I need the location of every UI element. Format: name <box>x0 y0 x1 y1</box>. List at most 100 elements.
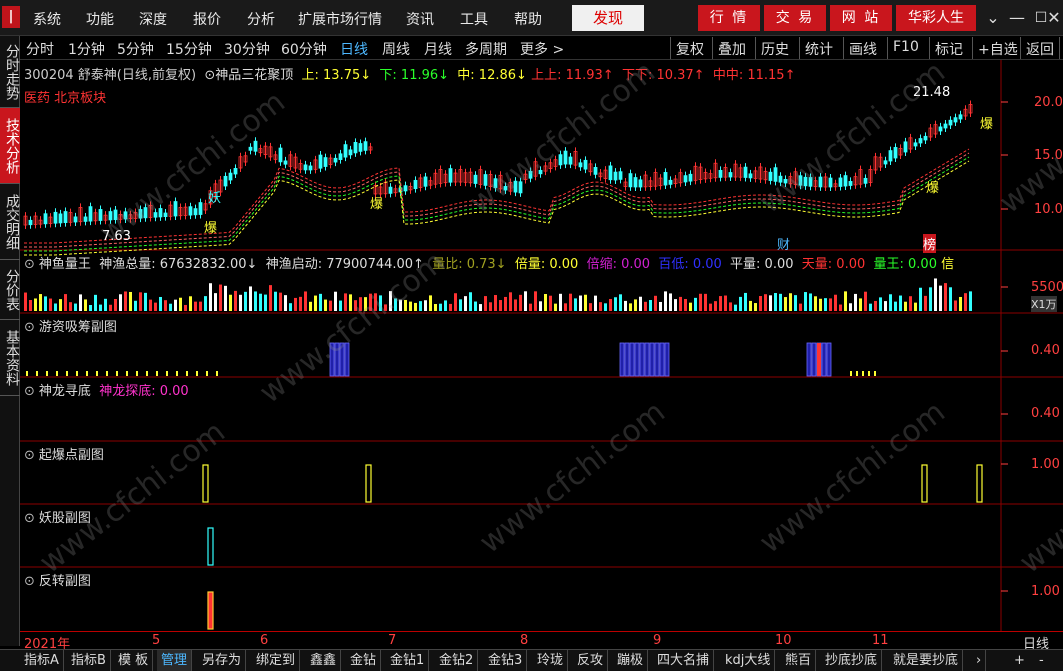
add-favorite-button[interactable]: +自选 <box>972 37 1023 59</box>
volume-bar <box>679 296 682 311</box>
website-button[interactable]: 网 站 <box>830 5 892 31</box>
menu-news[interactable]: 资讯 <box>406 9 434 29</box>
candle-body <box>248 146 253 151</box>
minimize-icon[interactable]: — <box>1006 7 1028 29</box>
volume-bar <box>134 300 137 311</box>
tab-price-distribution[interactable]: 分价表 <box>0 260 20 320</box>
tab-basic-info[interactable]: 基本资料 <box>0 320 20 396</box>
zoom-in-button[interactable]: + <box>1010 650 1029 671</box>
subpanel-title[interactable]: 起爆点副图 <box>39 448 104 463</box>
candle-body <box>748 173 753 179</box>
menu-function[interactable]: 功能 <box>86 9 114 29</box>
draw-line-button[interactable]: 画线 <box>843 37 882 59</box>
candle-body <box>333 157 338 163</box>
collapse-icon[interactable]: ⊙ <box>24 511 35 526</box>
menu-system[interactable]: 系统 <box>33 9 61 29</box>
period-15min[interactable]: 15分钟 <box>166 39 212 59</box>
tab-manage[interactable]: 管理 <box>157 650 193 671</box>
period-intraday[interactable]: 分时 <box>26 39 54 59</box>
tab-jinzuan3[interactable]: 金钻3 <box>484 650 528 671</box>
period-5min[interactable]: 5分钟 <box>117 39 154 59</box>
tab-indicator-b[interactable]: 指标B <box>67 650 111 671</box>
tab-trade-details[interactable]: 成交明细 <box>0 184 20 260</box>
volume-bar <box>564 303 567 311</box>
candle-body <box>233 168 238 175</box>
subpanel-title[interactable]: 游资吸筹副图 <box>39 320 117 335</box>
volume-bar <box>114 298 117 311</box>
tab-template[interactable]: 模 板 <box>114 650 154 671</box>
volume-bar <box>649 300 652 311</box>
price-axis-10: 10.00 <box>1034 202 1063 217</box>
menu-quote[interactable]: 报价 <box>193 9 221 29</box>
close-icon[interactable]: ✕ <box>1046 7 1062 29</box>
mark-button[interactable]: 标记 <box>929 37 968 59</box>
history-button[interactable]: 历史 <box>755 37 794 59</box>
period-monthly[interactable]: 月线 <box>424 39 452 59</box>
tab-scroll-right[interactable]: › <box>972 650 987 671</box>
tab-intraday[interactable]: 分时走势 <box>0 36 20 108</box>
trade-button[interactable]: 交 易 <box>764 5 826 31</box>
tab-save-as[interactable]: 另存为 <box>198 650 247 671</box>
tab-technical-analysis[interactable]: 技术分析 <box>0 108 20 184</box>
collapse-icon[interactable]: ⊙ <box>204 68 215 83</box>
f10-button[interactable]: F10 <box>887 37 924 59</box>
collapse-icon[interactable]: ⊙ <box>24 574 35 589</box>
tab-yao-chaodi[interactable]: 就是要抄底 <box>889 650 964 671</box>
dropdown-icon[interactable]: ⌄ <box>982 7 1004 29</box>
tab-jinzuan2[interactable]: 金钻2 <box>435 650 479 671</box>
tab-linglong[interactable]: 玲珑 <box>533 650 569 671</box>
period-60min[interactable]: 60分钟 <box>281 39 327 59</box>
candle-body <box>308 165 313 171</box>
tab-chaodi[interactable]: 抄底抄底 <box>821 650 883 671</box>
signal-tick <box>106 371 108 376</box>
period-1min[interactable]: 1分钟 <box>68 39 105 59</box>
zoom-out-button[interactable]: - <box>1035 650 1048 671</box>
volume-bar <box>834 294 837 311</box>
period-daily[interactable]: 日线 <box>340 39 368 59</box>
tab-indicator-a[interactable]: 指标A <box>20 650 64 671</box>
subpanel-title[interactable]: 神龙寻底 <box>39 384 91 399</box>
market-button[interactable]: 行 情 <box>698 5 760 31</box>
collapse-icon[interactable]: ⊙ <box>24 384 35 399</box>
stock-code[interactable]: 300204 舒泰神(日线,前复权) <box>24 68 196 83</box>
back-button[interactable]: 返回 <box>1020 37 1060 59</box>
tab-xiongbai[interactable]: 熊百 <box>781 650 817 671</box>
period-multi[interactable]: 多周期 <box>465 39 507 59</box>
period-30min[interactable]: 30分钟 <box>224 39 270 59</box>
sector-label[interactable]: 医药 北京板块 <box>24 87 106 106</box>
menu-help[interactable]: 帮助 <box>514 9 542 29</box>
tab-bengji[interactable]: 蹦极 <box>613 650 649 671</box>
tab-kdj[interactable]: kdj大线 <box>721 650 776 671</box>
candle-body <box>798 175 803 186</box>
volume-title[interactable]: 神鱼量王 <box>39 257 91 272</box>
overlay-button[interactable]: 叠加 <box>712 37 751 59</box>
subpanel-title[interactable]: 反转副图 <box>39 574 91 589</box>
tab-fangong[interactable]: 反攻 <box>573 650 609 671</box>
tab-jinzuan1[interactable]: 金钻1 <box>386 650 430 671</box>
tab-jinzuan[interactable]: 金钻 <box>346 650 382 671</box>
statistics-button[interactable]: 统计 <box>799 37 838 59</box>
collapse-icon[interactable]: ⊙ <box>24 257 35 272</box>
candle-body <box>593 167 598 175</box>
app-logo-icon[interactable]: | <box>2 6 20 28</box>
volume-bar <box>969 291 972 311</box>
menu-tools[interactable]: 工具 <box>460 9 488 29</box>
collapse-icon[interactable]: ⊙ <box>24 320 35 335</box>
menu-analysis[interactable]: 分析 <box>247 9 275 29</box>
period-toolbar: 分时 1分钟 5分钟 15分钟 30分钟 60分钟 日线 周线 月线 多周期 更… <box>20 36 1063 60</box>
subpanel-title[interactable]: 妖股副图 <box>39 511 91 526</box>
period-more[interactable]: 更多 > <box>520 39 564 59</box>
indicator-name[interactable]: ⊙神品三花聚顶 <box>200 68 293 83</box>
period-weekly[interactable]: 周线 <box>382 39 410 59</box>
menu-extended-market[interactable]: 扩展市场行情 <box>298 9 382 29</box>
discover-button[interactable]: 发现 <box>572 5 644 31</box>
tab-bind-to[interactable]: 绑定到 <box>252 650 301 671</box>
huacai-life-button[interactable]: 华彩人生 <box>896 5 976 31</box>
collapse-icon[interactable]: ⊙ <box>24 448 35 463</box>
chart-canvas[interactable] <box>20 60 1063 631</box>
tab-xinxin[interactable]: 鑫鑫 <box>306 650 342 671</box>
tab-sida-mingbu[interactable]: 四大名捕 <box>653 650 715 671</box>
adjust-button[interactable]: 复权 <box>670 37 709 59</box>
menu-depth[interactable]: 深度 <box>139 9 167 29</box>
chart-area[interactable]: 300204 舒泰神(日线,前复权) ⊙神品三花聚顶 上: 13.75↓ 下: … <box>20 54 1063 631</box>
